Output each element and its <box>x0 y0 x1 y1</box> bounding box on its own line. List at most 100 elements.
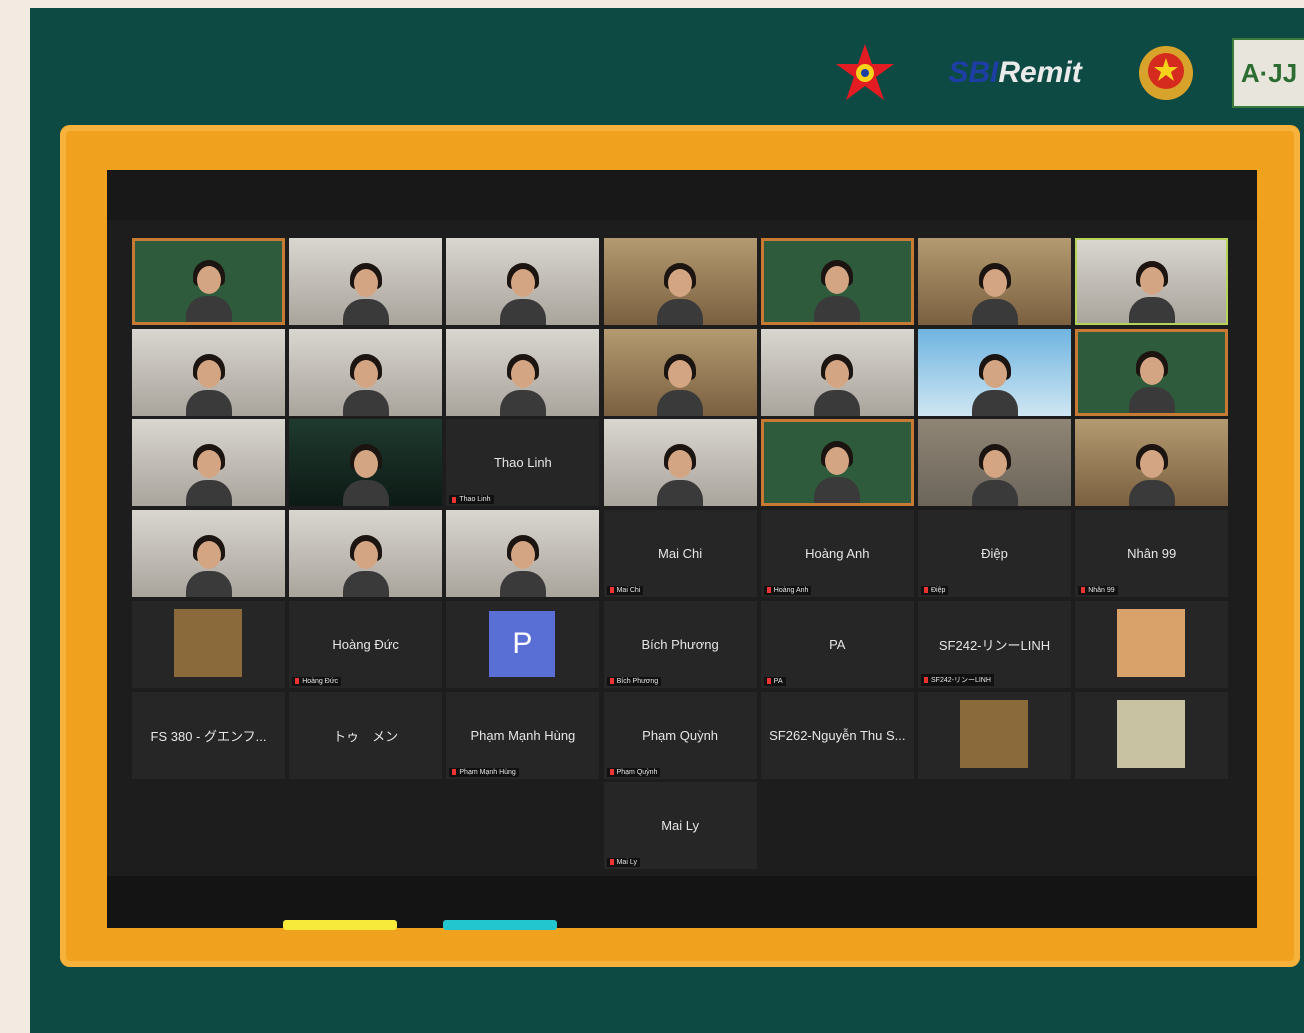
muted-mic-icon <box>609 768 614 775</box>
participant-tile[interactable] <box>918 238 1071 325</box>
participant-label-text: Nhân 99 <box>1088 587 1115 595</box>
star-logo-icon <box>830 38 900 108</box>
muted-mic-icon <box>924 587 928 594</box>
yellow-accent-bar <box>283 920 397 930</box>
participant-tile[interactable] <box>289 419 443 507</box>
participant-tile[interactable] <box>289 510 443 598</box>
participant-tile[interactable] <box>132 328 285 416</box>
participant-display-name: Mai Ly <box>661 818 699 834</box>
aij-logo: A·JJ <box>1232 38 1304 108</box>
muted-mic-icon <box>1081 587 1086 594</box>
participant-display-name: PA <box>829 636 846 652</box>
participant-tile[interactable] <box>446 328 600 416</box>
participant-display-name: Phạm Mạnh Hùng <box>470 727 576 743</box>
profile-picture <box>1117 699 1186 768</box>
participant-tile[interactable]: PA PA <box>760 600 914 688</box>
participant-name-label: Thao Linh <box>449 495 494 505</box>
participant-display-name: FS 380 - グエンフ... <box>150 728 267 744</box>
participant-tile[interactable]: Hoàng Đức Hoàng Đức <box>289 600 443 688</box>
participant-video <box>185 444 232 507</box>
participant-tile[interactable] <box>1075 691 1229 779</box>
participant-tile[interactable] <box>1075 238 1229 325</box>
participant-tile[interactable] <box>760 328 914 416</box>
participant-tile[interactable] <box>132 238 285 325</box>
participant-label-text: Mai Chi <box>616 587 641 595</box>
participant-video <box>499 535 546 598</box>
participant-video <box>185 353 232 416</box>
sbi-remit-logo: SBI Remit <box>930 38 1100 108</box>
participant-tile[interactable] <box>289 238 443 325</box>
participant-label-text: Phạm Quỳnh <box>616 768 658 776</box>
participant-label-text: Hoàng Đức <box>302 677 339 685</box>
participant-tile[interactable] <box>603 328 757 416</box>
participant-display-name: Thao Linh <box>493 455 552 471</box>
participant-video <box>814 260 861 322</box>
participant-display-name: Điệp <box>981 546 1008 562</box>
participant-name-label: Phạm Quỳnh <box>606 767 661 777</box>
participant-display-name: Phạm Quỳnh <box>642 727 719 743</box>
participant-tile[interactable]: Điệp Điệp <box>918 510 1071 598</box>
participant-tile[interactable] <box>918 691 1071 779</box>
participant-tile[interactable]: Bích Phương Bích Phương <box>603 600 757 688</box>
sponsor-logos: SBI Remit A·JJ <box>800 38 1304 108</box>
participant-video <box>657 444 704 507</box>
participant-video <box>657 353 704 416</box>
muted-mic-icon <box>609 677 614 684</box>
participant-tile[interactable]: Hoàng Anh Hoàng Anh <box>760 510 914 598</box>
participant-tile[interactable]: P <box>446 600 600 688</box>
participant-tile[interactable] <box>446 510 600 598</box>
participant-video <box>657 263 704 325</box>
participant-video <box>1128 350 1175 413</box>
participant-tile[interactable] <box>132 510 285 598</box>
participant-label-text: PA <box>773 677 783 685</box>
participant-tile[interactable] <box>132 600 285 688</box>
participant-tile[interactable]: Phạm Mạnh Hùng Phạm Mạnh Hùng <box>446 691 600 779</box>
participant-label-text: Thao Linh <box>459 496 491 504</box>
participant-tile[interactable] <box>918 419 1071 507</box>
call-bottom-bar <box>107 876 1257 930</box>
participant-display-name: SF262-Nguyễn Thu S... <box>769 727 906 743</box>
participant-tile[interactable] <box>1075 600 1229 688</box>
participant-tile[interactable] <box>603 238 757 325</box>
participant-label-text: Hoàng Anh <box>773 587 809 595</box>
participant-tile[interactable]: Mai Chi Mai Chi <box>603 510 757 598</box>
participant-display-name: Hoàng Đức <box>332 636 399 652</box>
participant-name-label: Hoàng Đức <box>292 676 342 686</box>
muted-mic-icon <box>295 677 300 684</box>
participant-tile[interactable]: Nhân 99 Nhân 99 <box>1075 510 1229 598</box>
participant-display-name: Nhân 99 <box>1127 546 1177 562</box>
participant-tile[interactable]: Mai Ly Mai Ly <box>603 782 757 870</box>
participant-tile[interactable] <box>603 419 757 507</box>
participant-label-text: Bích Phương <box>616 677 659 685</box>
participant-tile[interactable]: SF242-リンーLINH SF242-リンーLINH <box>918 600 1071 688</box>
participant-video <box>342 535 389 598</box>
participant-tile[interactable] <box>760 238 914 325</box>
participant-label-text: Điệp <box>931 587 946 595</box>
participant-tile[interactable]: トゥ メン <box>289 691 443 779</box>
participant-name-label: PA <box>763 676 786 686</box>
participant-tile[interactable] <box>132 419 285 507</box>
participant-tile[interactable]: Thao Linh Thao Linh <box>446 419 600 507</box>
participant-video <box>185 535 232 598</box>
participant-tile[interactable]: FS 380 - グエンフ... <box>132 691 285 779</box>
participant-display-name: Hoàng Anh <box>805 546 870 562</box>
participant-tile[interactable]: SF262-Nguyễn Thu S... <box>760 691 914 779</box>
muted-mic-icon <box>452 496 457 503</box>
participant-label-text: Phạm Mạnh Hùng <box>459 768 516 776</box>
participant-tile[interactable] <box>1075 419 1229 507</box>
participant-video <box>971 444 1018 507</box>
video-call-screen: Thao Linh Thao Linh Mai Chi Mai Chi Hoàng An… <box>107 170 1257 930</box>
participant-tile[interactable] <box>760 419 914 507</box>
participant-video <box>499 263 546 325</box>
avatar: P <box>489 610 556 677</box>
participant-tile[interactable] <box>289 328 443 416</box>
cyan-accent-bar <box>443 920 557 930</box>
participant-tile[interactable] <box>1075 328 1229 416</box>
participant-tile[interactable] <box>918 328 1071 416</box>
participant-video <box>342 353 389 416</box>
participant-tile[interactable] <box>446 238 600 325</box>
participant-video <box>1128 444 1175 507</box>
aij-logo-text: A·JJ <box>1240 58 1298 88</box>
participant-display-name: Mai Chi <box>658 546 703 562</box>
participant-tile[interactable]: Phạm Quỳnh Phạm Quỳnh <box>603 691 757 779</box>
